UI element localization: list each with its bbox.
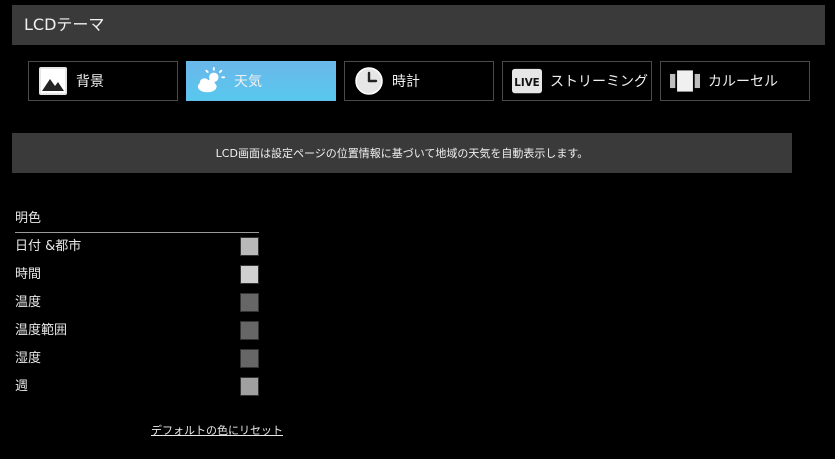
svg-text:LIVE: LIVE — [514, 77, 539, 89]
color-swatch[interactable] — [240, 237, 259, 256]
color-row-week: 週 — [15, 373, 259, 401]
tab-label: カルーセル — [708, 74, 778, 90]
tab-streaming[interactable]: LIVE ストリーミング — [502, 61, 652, 101]
page-title: LCDテーマ — [24, 15, 105, 34]
color-row-temperature-range: 温度範囲 — [15, 317, 259, 345]
info-text: LCD画面は設定ページの位置情報に基づいて地域の天気を自動表示します。 — [215, 147, 589, 160]
tab-clock[interactable]: 時計 — [344, 61, 494, 101]
weather-icon — [196, 66, 226, 96]
section-title: 明色 — [15, 207, 259, 233]
color-row-label: 日付 &都市 — [15, 239, 82, 254]
tab-label: 背景 — [76, 74, 104, 90]
color-row-label: 時間 — [15, 267, 42, 282]
live-icon: LIVE — [512, 66, 542, 96]
color-swatch[interactable] — [240, 265, 259, 284]
reset-colors-link[interactable]: デフォルトの色にリセット — [151, 422, 283, 438]
color-row-label: 温度 — [15, 295, 42, 310]
carousel-icon — [670, 66, 700, 96]
color-row-temperature: 温度 — [15, 289, 259, 317]
tab-label: 天気 — [234, 74, 262, 90]
color-row-time: 時間 — [15, 261, 259, 289]
tab-background[interactable]: 背景 — [28, 61, 178, 101]
color-swatch[interactable] — [240, 377, 259, 396]
color-swatch[interactable] — [240, 293, 259, 312]
color-row-humidity: 湿度 — [15, 345, 259, 373]
tab-carousel[interactable]: カルーセル — [660, 61, 810, 101]
tab-weather[interactable]: 天気 — [186, 61, 336, 101]
color-settings: 明色 日付 &都市 時間 温度 温度範囲 湿度 週 — [15, 207, 259, 401]
color-row-label: 湿度 — [15, 351, 42, 366]
color-row-label: 温度範囲 — [15, 323, 68, 338]
info-banner: LCD画面は設定ページの位置情報に基づいて地域の天気を自動表示します。 — [12, 133, 792, 173]
color-swatch[interactable] — [240, 321, 259, 340]
tab-label: 時計 — [392, 74, 420, 90]
color-row-label: 週 — [15, 379, 29, 394]
page-header: LCDテーマ — [12, 5, 825, 45]
clock-icon — [354, 66, 384, 96]
image-icon — [38, 66, 68, 96]
theme-tabs: 背景 天気 時計 LIVE ストリーミング カルーセル — [28, 61, 810, 101]
tab-label: ストリーミング — [550, 74, 648, 90]
color-row-date-city: 日付 &都市 — [15, 233, 259, 261]
color-swatch[interactable] — [240, 349, 259, 368]
